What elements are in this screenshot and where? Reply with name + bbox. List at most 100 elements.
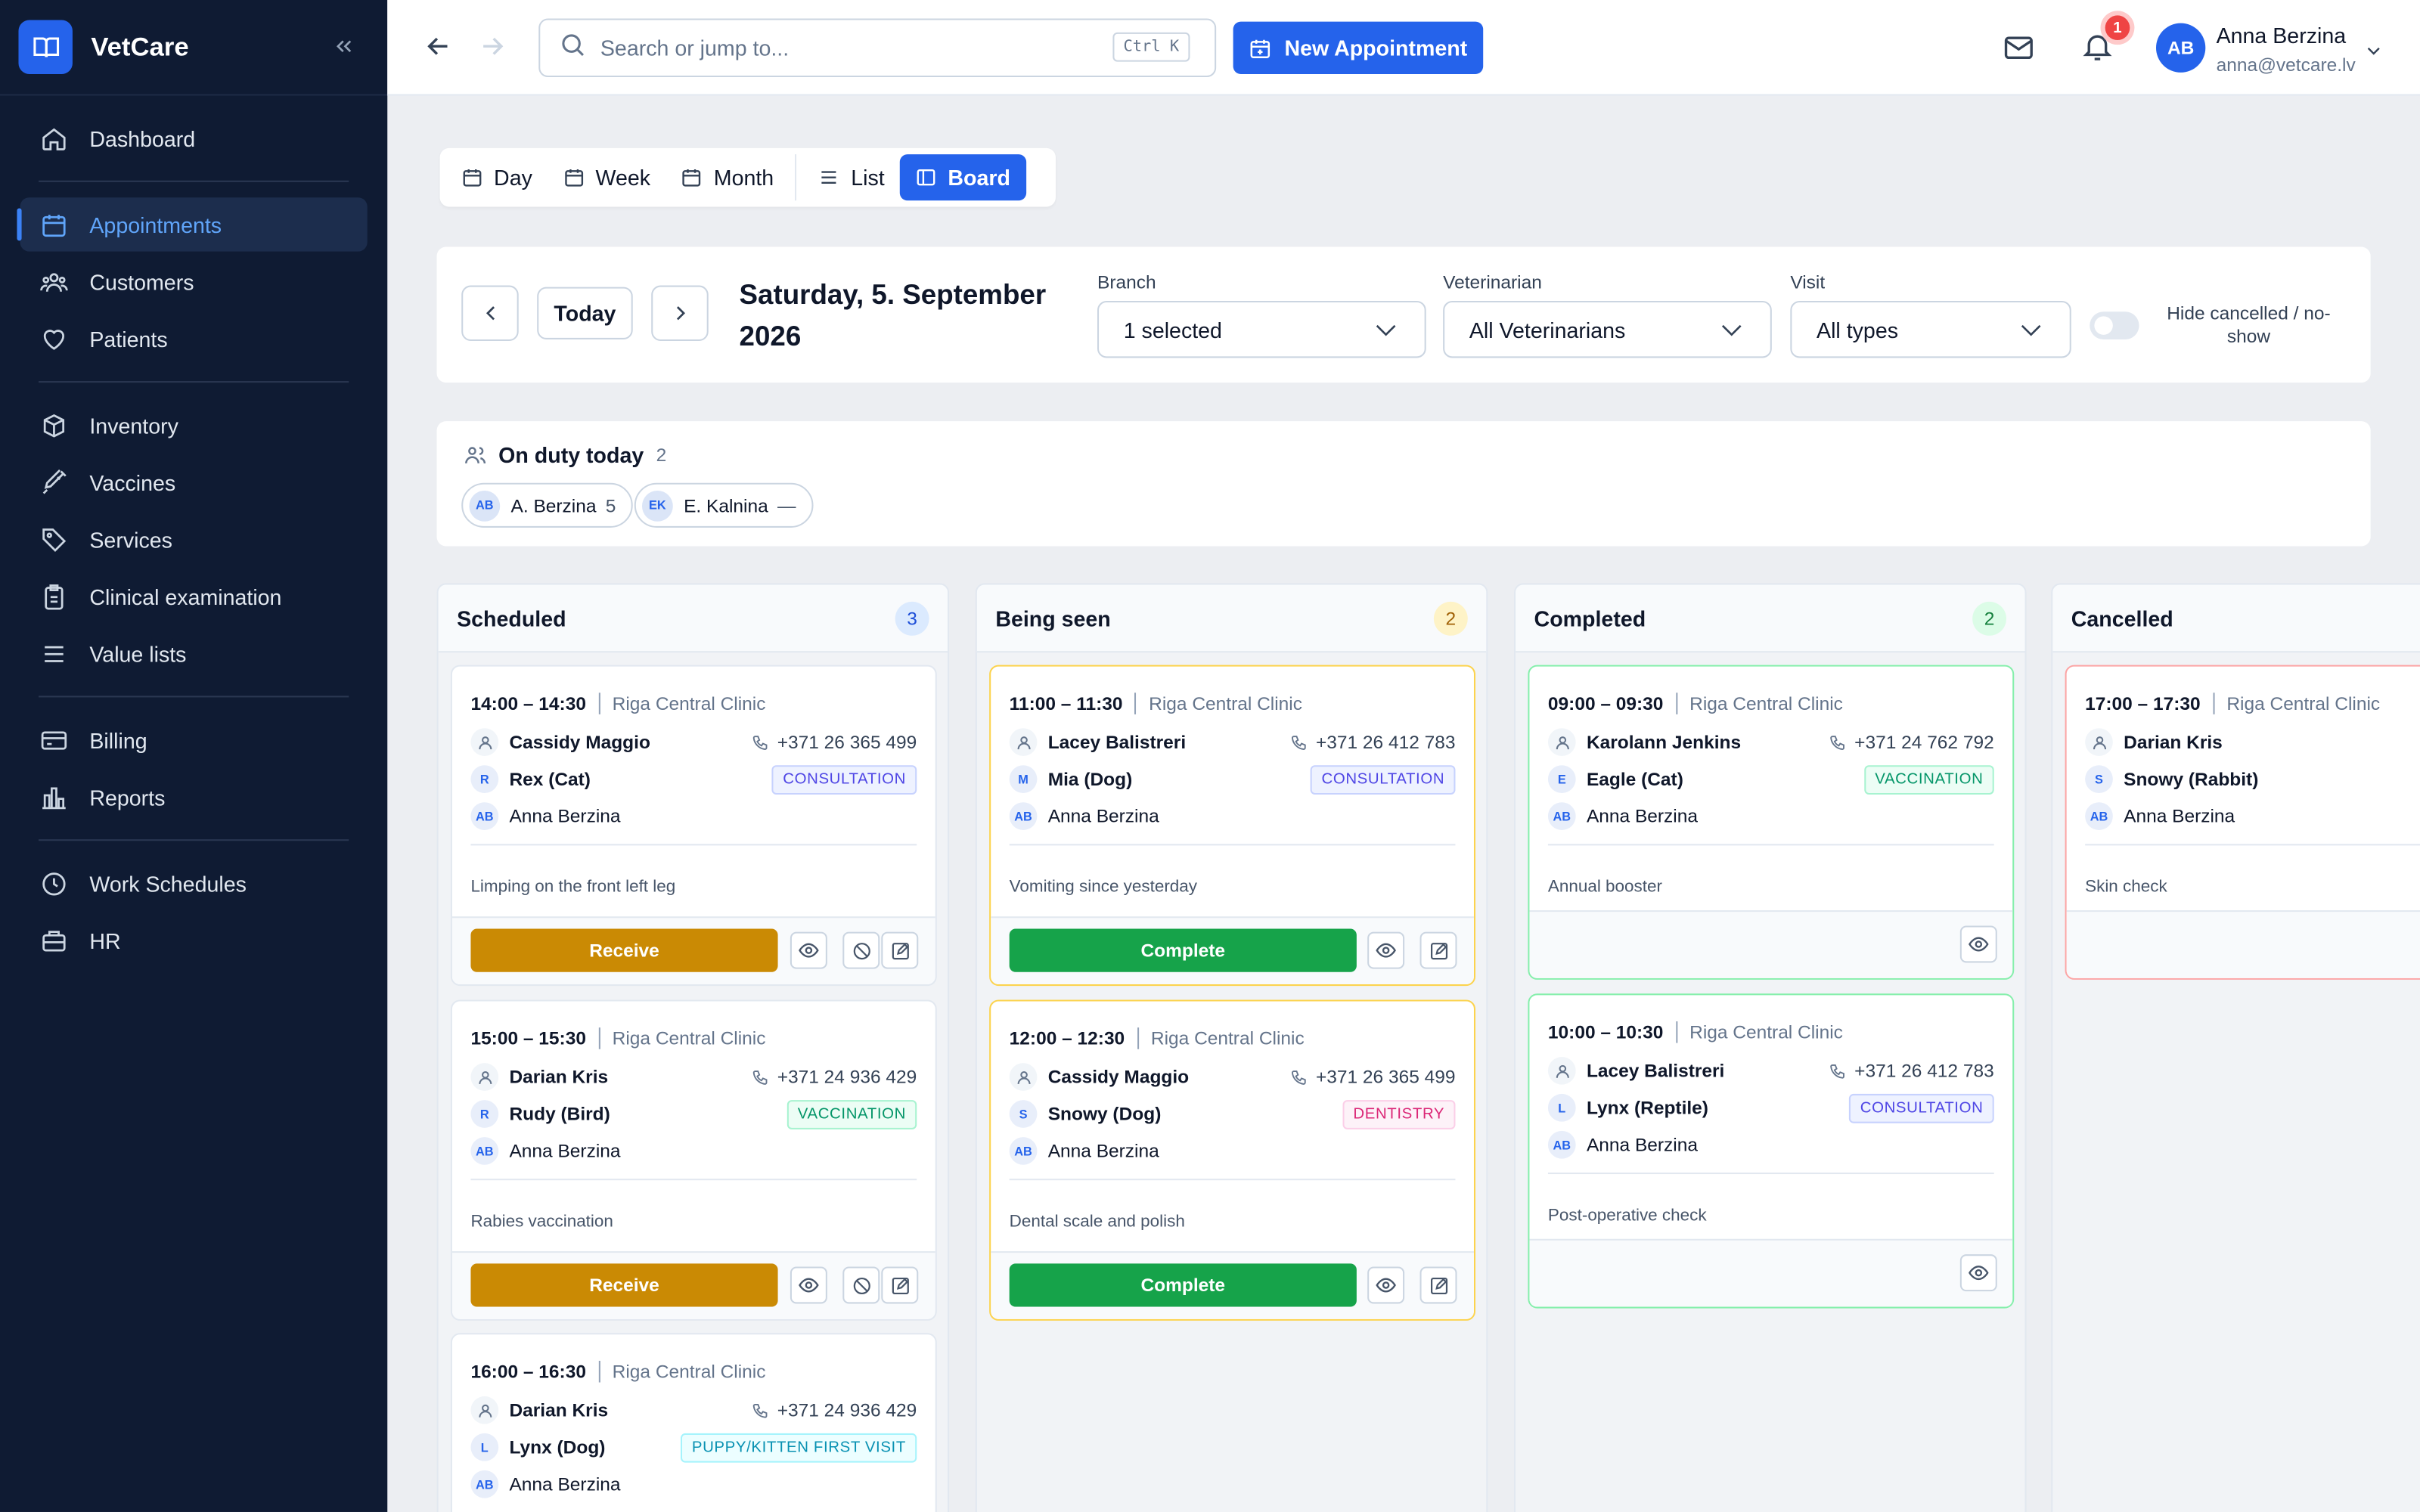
vet-row: AB Anna Berzina	[470, 1137, 620, 1165]
view-eye-icon[interactable]	[1367, 931, 1405, 969]
card-time-row: 12:00 – 12:30 Riga Central Clinic	[1010, 1027, 1305, 1049]
appointment-card[interactable]: 12:00 – 12:30 Riga Central Clinic Cassidy …	[989, 999, 1476, 1321]
pet-name[interactable]: Eagle (Cat)	[1587, 768, 1683, 790]
visit-select[interactable]: All types	[1790, 300, 2071, 358]
complete-button[interactable]: Complete	[1009, 1263, 1357, 1307]
duty-chip[interactable]: AB A. Berzina 5	[461, 482, 633, 528]
chevron-down-icon	[2021, 324, 2041, 336]
appointment-card[interactable]: 10:00 – 10:30 Riga Central Clinic Lacey Ba…	[1528, 993, 2015, 1309]
appointment-card[interactable]: 17:00 – 17:30 Riga Central Clinic Darian K…	[2065, 665, 2420, 980]
view-eye-icon[interactable]	[1959, 1254, 1997, 1292]
duty-chip[interactable]: EK E. Kalnina —	[634, 482, 813, 528]
card-time-row: 17:00 – 17:30 Riga Central Clinic	[2085, 692, 2380, 714]
owner-name[interactable]: Karolann Jenkins	[1587, 731, 1741, 753]
view-board[interactable]: Board	[900, 154, 1026, 201]
new-appointment-button[interactable]: New Appointment	[1233, 21, 1484, 74]
view-week[interactable]: Week	[548, 154, 666, 200]
appointment-card[interactable]: 16:00 – 16:30 Riga Central Clinic Darian K…	[450, 1333, 937, 1512]
owner-name[interactable]: Lacey Balistreri	[1587, 1060, 1724, 1082]
sidebar-item-inventory[interactable]: Inventory	[20, 398, 368, 452]
sidebar-item-customers[interactable]: Customers	[20, 255, 368, 308]
pet-name[interactable]: Lynx (Reptile)	[1587, 1097, 1708, 1119]
next-day-button[interactable]	[651, 285, 709, 342]
pet-name[interactable]: Rex (Cat)	[509, 768, 591, 790]
view-eye-icon[interactable]	[790, 1266, 827, 1304]
cancel-ban-icon[interactable]	[842, 931, 880, 969]
sidebar: VetCare Dashboard Appointments Customers…	[0, 0, 388, 1512]
owner-name[interactable]: Cassidy Maggio	[1048, 1066, 1189, 1088]
owner-name[interactable]: Lacey Balistreri	[1048, 731, 1186, 753]
sidebar-item-billing[interactable]: Billing	[20, 713, 368, 767]
view-day[interactable]: Day	[446, 154, 548, 200]
view-eye-icon[interactable]	[790, 931, 827, 969]
owner-phone[interactable]: +371 24 762 792	[1828, 731, 1994, 753]
sidebar-item-value-lists[interactable]: Value lists	[20, 627, 368, 680]
pet-name[interactable]: Lynx (Dog)	[509, 1436, 605, 1458]
card-actions: Complete	[991, 1251, 1474, 1319]
pet-name[interactable]: Snowy (Rabbit)	[2124, 768, 2258, 790]
forward-arrow-icon[interactable]	[477, 31, 508, 70]
owner-phone[interactable]: +371 26 365 499	[1289, 1066, 1455, 1088]
owner-phone[interactable]: +371 24 936 429	[751, 1399, 917, 1421]
view-list[interactable]: List	[803, 154, 900, 200]
sidebar-item-appointments[interactable]: Appointments	[17, 197, 368, 252]
cancel-ban-icon[interactable]	[842, 1266, 880, 1304]
sidebar-item-dashboard[interactable]: Dashboard	[20, 111, 368, 165]
sidebar-item-reports[interactable]: Reports	[20, 770, 368, 823]
complete-button[interactable]: Complete	[1009, 928, 1357, 972]
edit-icon[interactable]	[1419, 931, 1457, 969]
sidebar-item-patients[interactable]: Patients	[20, 311, 368, 365]
sidebar-item-clinical-examination[interactable]: Clinical examination	[20, 569, 368, 623]
owner-phone[interactable]: +371 26 412 783	[1828, 1060, 1994, 1082]
sidebar-item-vaccines[interactable]: Vaccines	[20, 455, 368, 509]
owner-name[interactable]: Cassidy Maggio	[509, 731, 650, 753]
veterinarian-select[interactable]: All Veterinarians	[1443, 300, 1772, 358]
search-input[interactable]: Search or jump to... Ctrl K	[538, 18, 1217, 78]
owner-phone[interactable]: +371 26 412 783	[1289, 731, 1455, 753]
pet-name[interactable]: Rudy (Bird)	[509, 1103, 610, 1125]
vet-avatar: AB	[1547, 802, 1576, 830]
view-eye-icon[interactable]	[1959, 925, 1997, 963]
receive-button[interactable]: Receive	[470, 928, 778, 972]
owner-name[interactable]: Darian Kris	[509, 1399, 608, 1421]
vet-name: Anna Berzina	[1586, 1133, 1698, 1156]
pet-name[interactable]: Snowy (Dog)	[1048, 1103, 1162, 1125]
edit-icon[interactable]	[1419, 1266, 1457, 1304]
appointment-card[interactable]: 11:00 – 11:30 Riga Central Clinic Lacey Ba…	[989, 665, 1476, 987]
edit-icon[interactable]	[881, 931, 919, 969]
vet-avatar: AB	[1547, 1130, 1576, 1159]
user-name[interactable]: Anna Berzina	[2217, 23, 2347, 48]
owner-name[interactable]: Darian Kris	[509, 1066, 608, 1088]
owner-phone[interactable]: +371 26 365 499	[751, 731, 917, 753]
vet-avatar: AB	[1009, 1137, 1038, 1165]
edit-icon[interactable]	[881, 1266, 919, 1304]
owner-phone[interactable]: +371 24 936 429	[751, 1066, 917, 1088]
appointment-card[interactable]: 09:00 – 09:30 Riga Central Clinic Karolann…	[1528, 665, 2015, 980]
hide-cancelled-toggle[interactable]	[2090, 311, 2139, 339]
phone-number: +371 26 412 783	[1854, 1060, 1994, 1082]
receive-button[interactable]: Receive	[470, 1263, 778, 1307]
chevron-down-icon[interactable]	[2363, 40, 2384, 70]
sidebar-item-work-schedules[interactable]: Work Schedules	[20, 857, 368, 910]
appointment-note: Vomiting since yesterday	[1009, 878, 1197, 897]
on-duty-header: On duty today 2	[463, 443, 666, 467]
view-switcher: Day Week Month List Board	[439, 147, 1056, 207]
collapse-sidebar-icon[interactable]	[332, 34, 357, 67]
mail-icon[interactable]	[2002, 31, 2036, 73]
clipboard-icon	[40, 582, 68, 610]
view-month[interactable]: Month	[666, 154, 790, 200]
branch-select[interactable]: 1 selected	[1097, 300, 1426, 358]
back-arrow-icon[interactable]	[423, 31, 454, 70]
today-button[interactable]: Today	[537, 287, 633, 339]
sidebar-item-services[interactable]: Services	[20, 513, 368, 566]
appointment-card[interactable]: 15:00 – 15:30 Riga Central Clinic Darian K…	[450, 999, 937, 1321]
user-avatar[interactable]: AB	[2155, 23, 2206, 73]
prev-day-button[interactable]	[461, 285, 519, 342]
appointment-card[interactable]: 14:00 – 14:30 Riga Central Clinic Cassidy …	[450, 665, 937, 987]
owner-name[interactable]: Darian Kris	[2124, 731, 2223, 753]
view-eye-icon[interactable]	[1367, 1266, 1405, 1304]
sidebar-item-hr[interactable]: HR	[20, 913, 368, 967]
pet-name[interactable]: Mia (Dog)	[1048, 768, 1133, 790]
sidebar-item-label: Vaccines	[89, 469, 176, 495]
card-actions: Receive	[451, 916, 935, 985]
